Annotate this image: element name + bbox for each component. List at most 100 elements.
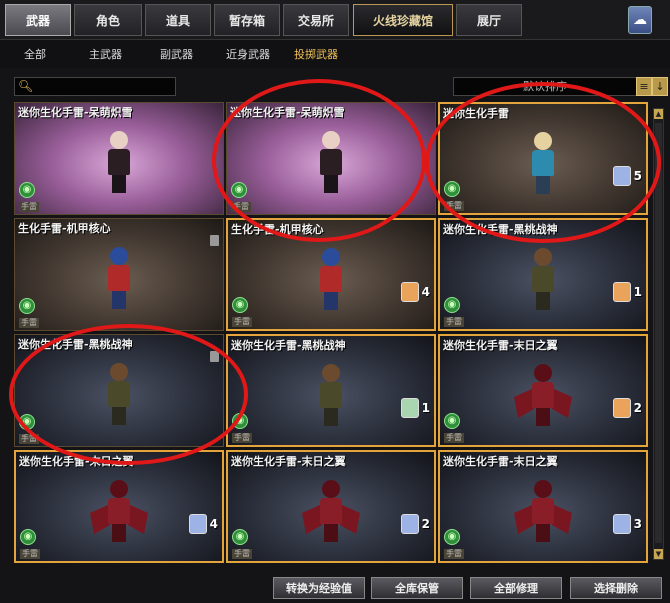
item-card[interactable]: 迷你生化手雷-末日之翼 ◉ 手雷 2	[438, 334, 648, 447]
item-count: 1	[394, 397, 430, 419]
grenade-icon	[400, 514, 419, 534]
item-count: 2	[394, 513, 430, 535]
scroll-up-icon[interactable]: ▲	[654, 109, 663, 119]
subtab-all[interactable]: 全部	[24, 46, 46, 62]
subtab-throwable[interactable]: 投掷武器	[294, 46, 338, 62]
grenade-icon	[612, 166, 631, 186]
item-card[interactable]: 迷你生化手雷-末日之翼 ◉ 手雷 4	[14, 450, 224, 563]
tab-items[interactable]: 道具	[145, 4, 211, 36]
grenade-badge-icon: ◉	[444, 529, 460, 545]
grenade-badge-icon: ◉	[19, 298, 35, 314]
item-count: 4	[394, 281, 430, 303]
item-count: 4	[182, 513, 218, 535]
item-name: 迷你生化手雷-黑桃战神	[231, 339, 346, 352]
tab-weapons[interactable]: 武器	[5, 4, 71, 36]
tab-characters[interactable]: 角色	[74, 4, 142, 36]
item-tag: 手雷	[444, 201, 464, 211]
scroll-down-icon[interactable]: ▼	[654, 549, 663, 559]
item-name: 生化手雷-机甲核心	[231, 223, 324, 236]
item-tag: 手雷	[232, 549, 252, 559]
character-figure	[90, 480, 134, 544]
item-card[interactable]: 迷你生化手雷 ◉ 手雷 5	[438, 102, 648, 215]
grenade-badge-icon: ◉	[20, 529, 36, 545]
convert-to-exp-button[interactable]: 转换为经验值	[273, 577, 365, 599]
subtab-secondary[interactable]: 副武器	[160, 46, 193, 62]
grenade-badge-icon: ◉	[19, 414, 35, 430]
character-figure	[528, 132, 558, 196]
item-tag: 手雷	[19, 318, 39, 328]
item-card[interactable]: 生化手雷-机甲核心 ◉ 手雷 4	[226, 218, 436, 331]
grenade-badge-icon: ◉	[444, 297, 460, 313]
item-name: 迷你生化手雷-末日之翼	[443, 455, 558, 468]
item-name: 迷你生化手雷-呆萌炽雪	[18, 106, 133, 119]
item-name: 迷你生化手雷-末日之翼	[19, 455, 134, 468]
item-tag: 手雷	[444, 317, 464, 327]
item-tag: 手雷	[232, 317, 252, 327]
item-count: 3	[606, 513, 642, 535]
subtab-primary[interactable]: 主武器	[89, 46, 122, 62]
item-tag: 手雷	[19, 202, 39, 212]
search-input[interactable]: 🔍︎	[14, 77, 176, 96]
subtab-melee[interactable]: 近身武器	[226, 46, 270, 62]
grenade-icon	[612, 514, 631, 534]
item-grid: 迷你生化手雷-呆萌炽雪 ◉ 手雷 迷你生化手雷-呆萌炽雪 ◉ 手雷 迷你生化手雷…	[12, 102, 648, 563]
sort-dropdown[interactable]: 默认排序	[453, 77, 637, 96]
item-count: 5	[606, 165, 642, 187]
sort-down-icon[interactable]: ↓	[652, 77, 668, 96]
tab-showroom[interactable]: 展厅	[456, 4, 522, 36]
tab-exchange[interactable]: 交易所	[283, 4, 349, 36]
item-card[interactable]: 迷你生化手雷-黑桃战神 ◉ 手雷 1	[226, 334, 436, 447]
item-tag: 手雷	[19, 434, 39, 444]
grenade-badge-icon: ◉	[231, 182, 247, 198]
scroll-thumb[interactable]	[655, 123, 662, 543]
item-card[interactable]: 迷你生化手雷-黑桃战神 ◉ 手雷 1	[438, 218, 648, 331]
character-figure	[316, 364, 346, 428]
item-name: 迷你生化手雷-黑桃战神	[18, 338, 133, 351]
grenade-badge-icon: ◉	[444, 413, 460, 429]
trash-icon[interactable]	[210, 351, 219, 362]
select-delete-button[interactable]: 选择删除	[570, 577, 662, 599]
tab-storage[interactable]: 暂存箱	[214, 4, 280, 36]
item-card[interactable]: 迷你生化手雷-末日之翼 ◉ 手雷 2	[226, 450, 436, 563]
cloud-icon[interactable]: ☁	[628, 6, 652, 34]
tab-collection[interactable]: 火线珍藏馆	[353, 4, 453, 36]
search-icon: 🔍︎	[18, 79, 34, 93]
item-card[interactable]: 迷你生化手雷-黑桃战神 ◉ 手雷	[14, 334, 224, 447]
character-figure	[104, 247, 134, 311]
grenade-badge-icon: ◉	[19, 182, 35, 198]
sort-list-icon[interactable]: ≡	[636, 77, 652, 96]
character-figure	[104, 131, 134, 195]
character-figure	[528, 248, 558, 312]
item-card[interactable]: 迷你生化手雷-呆萌炽雪 ◉ 手雷	[14, 102, 224, 215]
grenade-icon	[612, 398, 631, 418]
item-tag: 手雷	[444, 433, 464, 443]
item-tag: 手雷	[232, 433, 252, 443]
item-name: 生化手雷-机甲核心	[18, 222, 111, 235]
item-tag: 手雷	[231, 202, 251, 212]
item-card[interactable]: 生化手雷-机甲核心 ◉ 手雷	[14, 218, 224, 331]
grenade-badge-icon: ◉	[232, 413, 248, 429]
scrollbar[interactable]: ▲ ▼	[653, 108, 664, 560]
item-tag: 手雷	[444, 549, 464, 559]
grenade-icon	[400, 398, 419, 418]
item-name: 迷你生化手雷-呆萌炽雪	[230, 106, 345, 119]
trash-icon[interactable]	[210, 235, 219, 246]
item-card[interactable]: 迷你生化手雷-呆萌炽雪 ◉ 手雷	[226, 102, 436, 215]
character-figure	[514, 364, 558, 428]
item-name: 迷你生化手雷-末日之翼	[231, 455, 346, 468]
character-figure	[316, 248, 346, 312]
repair-all-button[interactable]: 全部修理	[470, 577, 562, 599]
character-figure	[316, 131, 346, 195]
item-card[interactable]: 迷你生化手雷-末日之翼 ◉ 手雷 3	[438, 450, 648, 563]
grenade-badge-icon: ◉	[232, 529, 248, 545]
grenade-icon	[400, 282, 419, 302]
item-count: 2	[606, 397, 642, 419]
character-figure	[514, 480, 558, 544]
main-tab-bar: 武器 角色 道具 暂存箱 交易所 火线珍藏馆 展厅 ☁	[0, 0, 670, 40]
sub-tab-bar: 全部 主武器 副武器 近身武器 投掷武器	[0, 40, 670, 68]
store-all-button[interactable]: 全库保管	[371, 577, 463, 599]
grenade-badge-icon: ◉	[444, 181, 460, 197]
item-name: 迷你生化手雷	[443, 107, 509, 120]
grenade-icon	[612, 282, 631, 302]
item-tag: 手雷	[20, 549, 40, 559]
